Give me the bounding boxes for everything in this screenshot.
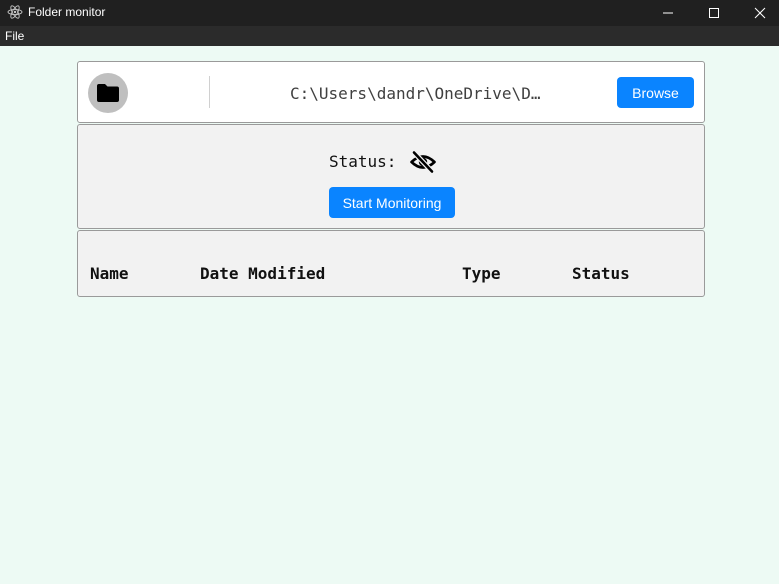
title-bar: Folder monitor: [0, 0, 779, 26]
menu-item-file[interactable]: File: [5, 29, 24, 43]
divider: [209, 76, 210, 108]
column-header-type[interactable]: Type: [462, 264, 501, 284]
folder-path-display: C:\Users\dandr\OneDrive\D…: [290, 84, 541, 103]
status-label: Status:: [329, 152, 397, 171]
folder-avatar: [88, 73, 128, 113]
file-table: Name Date Modified Type Status: [77, 230, 705, 297]
column-header-date-modified[interactable]: Date Modified: [200, 264, 325, 284]
folder-picker-card: C:\Users\dandr\OneDrive\D… Browse: [77, 61, 705, 123]
column-header-status[interactable]: Status: [572, 264, 630, 284]
folder-icon: [97, 84, 119, 102]
minimize-button[interactable]: [645, 0, 691, 26]
eye-slash-icon: [410, 150, 436, 174]
electron-icon: [7, 5, 23, 19]
column-header-name[interactable]: Name: [90, 264, 129, 284]
window-title: Folder monitor: [28, 5, 106, 19]
close-icon: [754, 7, 766, 19]
maximize-icon: [709, 8, 719, 18]
browse-button[interactable]: Browse: [617, 77, 694, 108]
maximize-button[interactable]: [691, 0, 737, 26]
start-monitoring-button[interactable]: Start Monitoring: [329, 187, 455, 218]
menu-bar: File: [0, 26, 779, 46]
close-button[interactable]: [737, 0, 779, 26]
minimize-icon: [663, 12, 673, 14]
status-card: Status: Start Monitoring: [77, 124, 705, 229]
